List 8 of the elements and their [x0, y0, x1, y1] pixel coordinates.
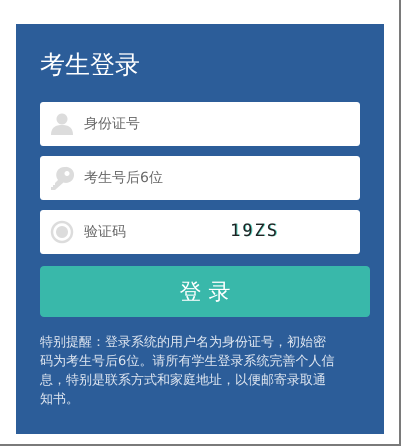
- key-icon: [50, 166, 74, 190]
- captcha-image[interactable]: 19ZS: [230, 221, 279, 241]
- notice-text: 特别提醒：登录系统的用户名为身份证号，初始密码为考生号后6位。请所有学生登录系统完善个人信息，特别是联系方式和家庭地址，以便邮寄录取通知书。: [40, 334, 336, 409]
- user-icon: [50, 112, 74, 136]
- radio-icon: [50, 220, 74, 244]
- login-title: 考生登录: [40, 49, 141, 81]
- input-field[interactable]: 考生号后6位: [40, 156, 360, 200]
- input-field[interactable]: 身份证号: [40, 102, 360, 146]
